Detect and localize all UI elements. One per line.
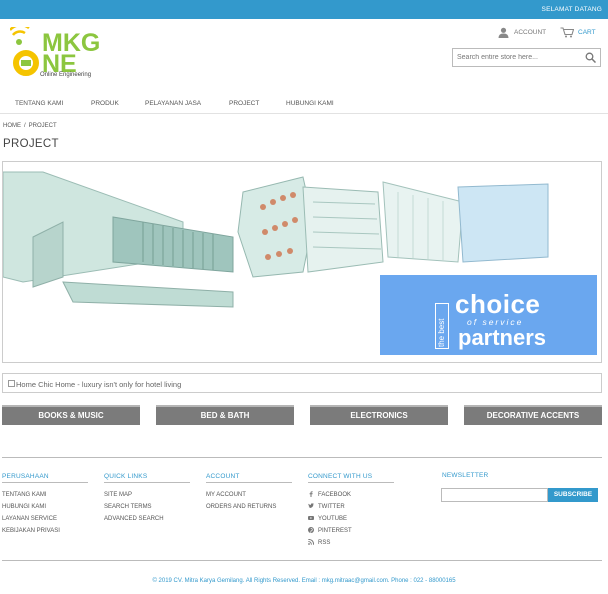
pinterest-icon [308, 527, 314, 533]
copyright-text: © 2019 CV. Mitra Karya Gemilang. All Rig… [152, 578, 456, 584]
footer-col-connect: CONNECT WITH US FACEBOOK TWITTER YOUTUBE… [308, 473, 394, 549]
logo-tagline: Online Engineering [40, 72, 92, 78]
nav-item-tentang-kami[interactable]: TENTANG KAMI [15, 100, 63, 107]
footer-divider-top [2, 457, 602, 458]
footer-link-tentang-kami[interactable]: TENTANG KAMI [2, 489, 88, 501]
banner-headline-2: partners [458, 325, 547, 350]
footer-col-account: ACCOUNT MY ACCOUNT ORDERS AND RETURNS [206, 473, 292, 513]
footer-link-facebook[interactable]: FACEBOOK [308, 489, 394, 501]
welcome-text: SELAMAT DATANG [541, 6, 602, 13]
site-logo[interactable]: MKG NE Online Engineering [9, 23, 102, 85]
youtube-label: YOUTUBE [318, 516, 348, 522]
category-books-music[interactable]: BOOKS & MUSIC [2, 405, 140, 425]
account-link[interactable]: ACCOUNT [498, 26, 546, 38]
footer-divider-bottom [2, 560, 602, 561]
rss-icon [308, 539, 314, 545]
newsletter-email-input[interactable] [441, 488, 548, 502]
category-electronics[interactable]: ELECTRONICS [310, 405, 448, 425]
cart-label: CART [578, 28, 596, 36]
footer-link-rss[interactable]: RSS [308, 537, 394, 549]
pinterest-label: PINTEREST [318, 528, 352, 534]
account-label: ACCOUNT [514, 28, 547, 36]
footer-heading-quick-links: QUICK LINKS [104, 473, 190, 483]
subscribe-button[interactable]: SUBSCRIBE [548, 488, 598, 502]
cart-link[interactable]: CART [560, 26, 596, 38]
footer-link-twitter[interactable]: TWITTER [308, 501, 394, 513]
hero-banner[interactable]: the best choice of service partners [2, 161, 602, 363]
facebook-label: FACEBOOK [318, 492, 352, 498]
cart-icon [560, 26, 574, 37]
choice-partners-graphic: the best choice of service partners [380, 275, 597, 355]
twitter-label: TWITTER [318, 504, 345, 510]
breadcrumb-current: PROJECT [28, 123, 57, 129]
search-icon[interactable] [585, 52, 596, 63]
footer-link-youtube[interactable]: YOUTUBE [308, 513, 394, 525]
footer-link-pinterest[interactable]: PINTEREST [308, 525, 394, 537]
promo-image-alt-text: Home Chic Home - luxury isn't only for h… [16, 380, 182, 389]
breadcrumb-home[interactable]: HOME [3, 123, 21, 129]
nav-item-hubungi-kami[interactable]: HUBUNGI KAMI [286, 100, 334, 107]
twitter-icon [308, 503, 314, 508]
footer-link-search-terms[interactable]: SEARCH TERMS [104, 501, 190, 513]
broken-image-icon [8, 380, 15, 387]
footer-link-kebijakan-privasi[interactable]: KEBIJAKAN PRIVASI [2, 525, 88, 537]
category-decorative-accents[interactable]: DECORATIVE ACCENTS [464, 405, 602, 425]
newsletter-heading: NEWSLETTER [442, 472, 489, 479]
footer-heading-account: ACCOUNT [206, 473, 292, 483]
search-input[interactable] [453, 49, 581, 66]
footer-link-advanced-search[interactable]: ADVANCED SEARCH [104, 513, 190, 525]
promo-image-placeholder[interactable]: Home Chic Home - luxury isn't only for h… [2, 373, 602, 393]
youtube-icon [308, 516, 314, 520]
footer-link-hubungi-kami[interactable]: HUBUNGI KAMI [2, 501, 88, 513]
category-bed-bath[interactable]: BED & BATH [156, 405, 294, 425]
breadcrumb-separator: / [24, 123, 26, 129]
footer-heading-connect: CONNECT WITH US [308, 473, 394, 483]
search-box [452, 48, 601, 67]
main-nav: TENTANG KAMI PRODUK PELAYANAN JASA PROJE… [0, 94, 608, 114]
top-bar: SELAMAT DATANG [0, 0, 608, 19]
footer-link-orders-returns[interactable]: ORDERS AND RETURNS [206, 501, 292, 513]
page-title: PROJECT [3, 138, 59, 150]
facebook-icon [309, 491, 313, 497]
nav-item-pelayanan-jasa[interactable]: PELAYANAN JASA [145, 100, 201, 107]
nav-item-project[interactable]: PROJECT [229, 100, 259, 107]
footer-link-site-map[interactable]: SITE MAP [104, 489, 190, 501]
footer-link-my-account[interactable]: MY ACCOUNT [206, 489, 292, 501]
footer-col-perusahaan: PERUSAHAAN TENTANG KAMI HUBUNGI KAMI LAY… [2, 473, 88, 537]
user-icon [498, 27, 509, 38]
nav-item-produk[interactable]: PRODUK [91, 100, 119, 107]
banner-vertical-text: the best [437, 318, 446, 347]
rss-label: RSS [318, 540, 331, 546]
footer-heading-perusahaan: PERUSAHAAN [2, 473, 88, 483]
banner-headline-1: choice [455, 289, 541, 319]
footer-link-layanan-service[interactable]: LAYANAN SERVICE [2, 513, 88, 525]
breadcrumb: HOME / PROJECT [3, 123, 57, 129]
footer-col-quick-links: QUICK LINKS SITE MAP SEARCH TERMS ADVANC… [104, 473, 190, 525]
